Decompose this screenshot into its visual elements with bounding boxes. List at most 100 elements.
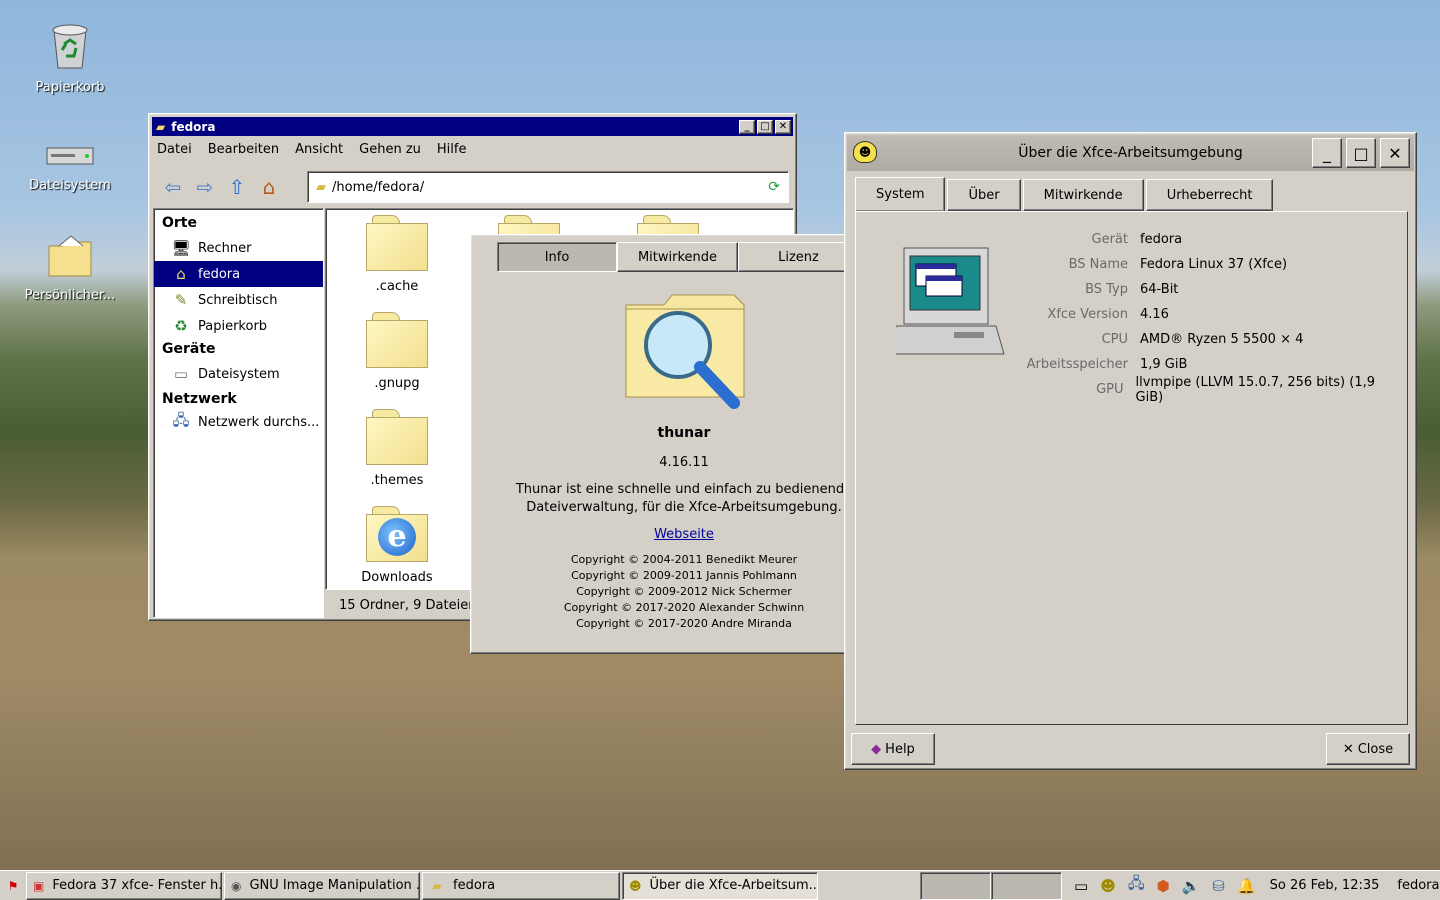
file-label: Downloads xyxy=(361,570,433,585)
workspace-2[interactable] xyxy=(991,871,1062,900)
network-icon[interactable]: 🖧 xyxy=(1128,873,1145,898)
home-icon: ⌂ xyxy=(176,265,186,283)
help-button[interactable]: ◆ Help xyxy=(851,733,935,765)
location-bar[interactable]: ▰ /home/fedora/ ⟳ xyxy=(307,171,789,203)
workspace-switcher[interactable] xyxy=(920,871,1062,900)
bell-icon[interactable]: 🔔 xyxy=(1237,877,1256,895)
minimize-button[interactable]: _ xyxy=(739,119,755,134)
menu-hilfe[interactable]: Hilfe xyxy=(437,142,467,162)
clock[interactable]: So 26 Feb, 12:35 xyxy=(1270,878,1380,893)
file-item[interactable]: .gnupg xyxy=(352,312,442,391)
sidebar-item-rechner[interactable]: 🖥 Rechner xyxy=(154,235,323,261)
xfce-mouse-icon: ☻ xyxy=(853,141,877,163)
folder-icon: ▰ xyxy=(432,878,442,893)
tab-ueber[interactable]: Über xyxy=(947,179,1021,211)
task-label: fedora xyxy=(453,878,496,893)
xfce-icon: ☻ xyxy=(629,878,642,893)
computer-icon: 🖥 xyxy=(171,239,191,257)
info-row: CPU AMD® Ryzen 5 5500 × 4 xyxy=(1016,327,1396,352)
xfce-titlebar[interactable]: ☻ Über die Xfce-Arbeitsumgebung _ □ ✕ xyxy=(847,135,1414,171)
desktop-icon-home[interactable]: Persönlicher... xyxy=(20,232,120,303)
desktop-icon-filesystem[interactable]: Dateisystem xyxy=(20,140,120,193)
sidebar-item-label: Papierkorb xyxy=(198,318,268,334)
thunar-titlebar[interactable]: ▰ fedora _ □ ✕ xyxy=(152,117,793,136)
computer-icon xyxy=(896,247,1005,355)
up-button[interactable]: ⇧ xyxy=(221,174,253,200)
info-row: BS Name Fedora Linux 37 (Xfce) xyxy=(1016,252,1396,277)
task-button-gimp[interactable]: ◉ GNU Image Manipulation ... xyxy=(224,871,420,900)
window-switcher-icon[interactable]: ▭ xyxy=(1074,877,1088,895)
info-key: GPU xyxy=(1096,382,1124,397)
task-button-terminal[interactable]: ▣ Fedora 37 xfce- Fenster h... xyxy=(26,871,222,900)
folder-icon xyxy=(364,409,430,465)
close-icon: ✕ xyxy=(1342,741,1354,757)
menu-datei[interactable]: Datei xyxy=(157,142,192,162)
sidebar-item-label: Rechner xyxy=(198,240,252,256)
xfce-tabs: System Über Mitwirkende Urheberrecht xyxy=(855,177,1275,211)
workspace-1[interactable] xyxy=(920,871,991,900)
about-content: thunar 4.16.11 Thunar ist eine schnelle … xyxy=(471,285,897,632)
forward-button[interactable]: ⇨ xyxy=(189,174,221,200)
maximize-button[interactable]: □ xyxy=(757,119,773,134)
info-row: Arbeitsspeicher 1,9 GiB xyxy=(1016,352,1396,377)
sidebar-item-fedora[interactable]: ⌂ fedora xyxy=(154,261,323,287)
file-label: .themes xyxy=(370,473,424,488)
menu-ansicht[interactable]: Ansicht xyxy=(295,142,343,162)
package-icon[interactable]: ⬢ xyxy=(1157,877,1170,895)
copyright-line: Copyright © 2017-2020 Andre Miranda xyxy=(576,617,792,630)
tab-system[interactable]: System xyxy=(855,177,946,211)
file-item[interactable]: e Downloads xyxy=(352,506,442,585)
file-label: .cache xyxy=(375,279,419,294)
close-button[interactable]: ✕ xyxy=(775,119,791,134)
close-button[interactable]: ✕ xyxy=(1380,138,1410,168)
drive-icon xyxy=(46,147,94,165)
reload-icon[interactable]: ⟳ xyxy=(768,179,780,195)
tab-label: Info xyxy=(544,249,570,265)
file-item[interactable]: .cache xyxy=(352,215,442,294)
tab-label: Über xyxy=(968,187,1000,203)
help-book-icon: ◆ xyxy=(871,741,882,757)
sidebar-item-dateisystem[interactable]: ▭ Dateisystem xyxy=(154,361,323,387)
volume-icon[interactable]: 🔈 xyxy=(1182,877,1201,895)
network-icon: 🖧 xyxy=(172,410,190,429)
tab-mitwirkende[interactable]: Mitwirkende xyxy=(617,242,738,272)
file-item[interactable]: .themes xyxy=(352,409,442,488)
side-pane: Orte 🖥 Rechner ⌂ fedora ✎ Schreibtisch ♻ Pap… xyxy=(153,208,324,618)
xfce-mouse-icon[interactable]: ☻ xyxy=(1100,877,1116,895)
menu-bearbeiten[interactable]: Bearbeiten xyxy=(208,142,279,162)
menu-gehen-zu[interactable]: Gehen zu xyxy=(359,142,421,162)
sidebar-item-label: Dateisystem xyxy=(198,366,280,382)
task-button-xfce-about[interactable]: ☻ Über die Xfce-Arbeitsum... xyxy=(622,871,818,900)
info-row: BS Typ 64-Bit xyxy=(1016,277,1396,302)
minimize-button[interactable]: _ xyxy=(1312,138,1342,168)
close-dialog-button[interactable]: ✕ Close xyxy=(1326,733,1410,765)
task-button-thunar[interactable]: ▰ fedora xyxy=(422,871,620,900)
sidebar-item-papierkorb[interactable]: ♻ Papierkorb xyxy=(154,313,323,339)
tab-urheberrecht[interactable]: Urheberrecht xyxy=(1145,179,1274,211)
sidebar-item-label: fedora xyxy=(198,266,241,282)
folder-icon: ▰ xyxy=(316,179,326,195)
maximize-button[interactable]: □ xyxy=(1346,138,1376,168)
desktop-icon-trash[interactable]: Papierkorb xyxy=(20,22,120,95)
back-button[interactable]: ⇦ xyxy=(157,174,189,200)
info-key: Gerät xyxy=(1091,232,1128,247)
gimp-icon: ◉ xyxy=(231,878,242,893)
sidebar-item-schreibtisch[interactable]: ✎ Schreibtisch xyxy=(154,287,323,313)
app-description-line: Thunar ist eine schnelle und einfach zu … xyxy=(515,482,853,497)
status-text: 15 Ordner, 9 Dateien. xyxy=(339,597,481,613)
tab-info[interactable]: Info xyxy=(497,242,617,272)
tab-lizenz[interactable]: Lizenz xyxy=(738,242,859,272)
sidebar-item-netzwerk[interactable]: 🖧 Netzwerk durchs... xyxy=(154,409,323,435)
taskbar: ⚑ ▣ Fedora 37 xfce- Fenster h... ◉ GNU I… xyxy=(0,870,1440,900)
start-menu-button[interactable]: ⚑ xyxy=(0,872,26,900)
home-button[interactable]: ⌂ xyxy=(253,174,285,200)
system-panel: Gerät fedora BS Name Fedora Linux 37 (Xfce… xyxy=(855,211,1408,725)
website-link[interactable]: Webseite xyxy=(471,527,897,542)
app-icon: ▣ xyxy=(33,878,45,893)
info-value: llvmpipe (LLVM 15.0.7, 256 bits) (1,9 Gi… xyxy=(1135,374,1375,405)
usb-icon[interactable]: ⛁ xyxy=(1212,877,1225,895)
close-label: Close xyxy=(1357,741,1394,757)
user-name[interactable]: fedora xyxy=(1397,878,1439,893)
app-name: thunar xyxy=(657,425,711,441)
tab-mitwirkende[interactable]: Mitwirkende xyxy=(1022,179,1144,211)
